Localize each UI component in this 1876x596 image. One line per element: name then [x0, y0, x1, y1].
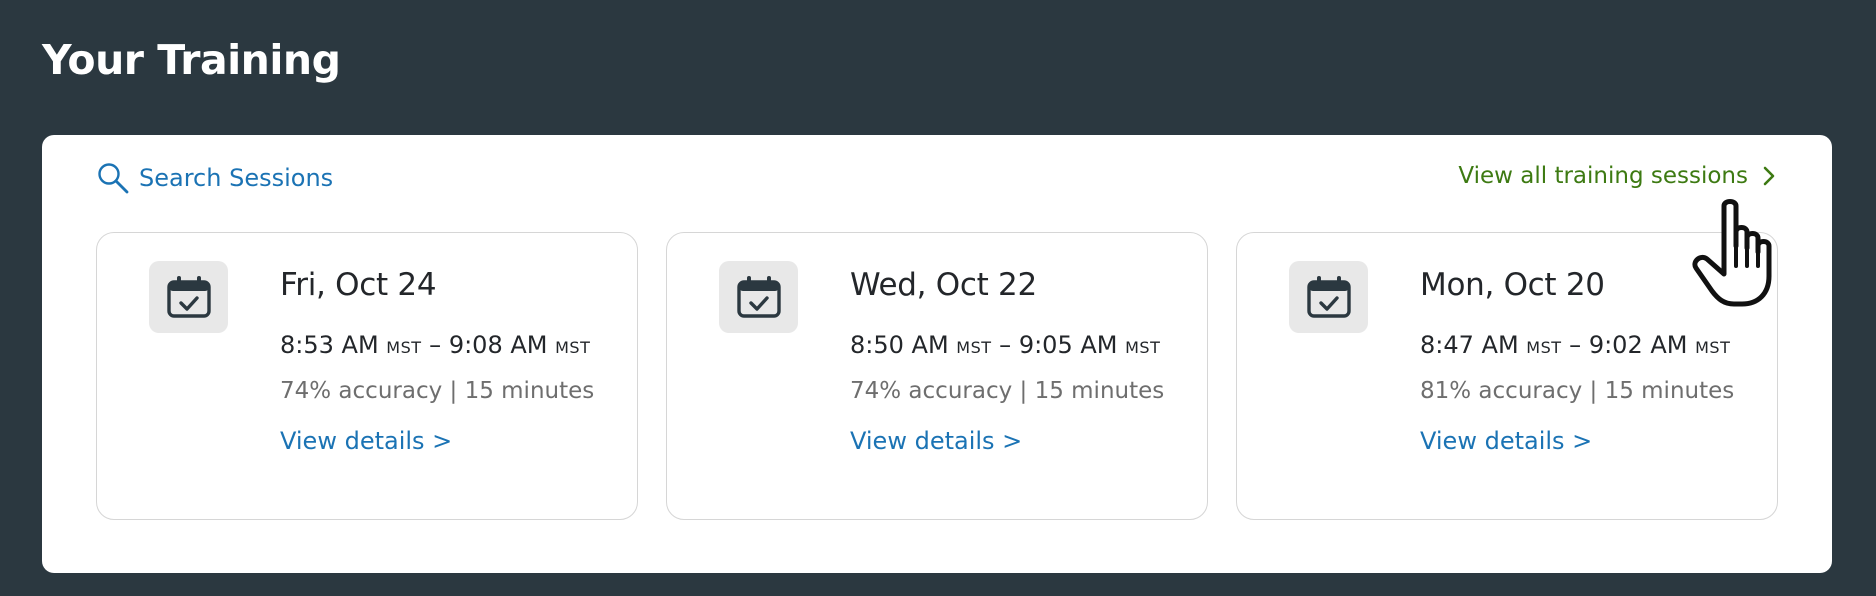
- session-icon-box: [149, 261, 228, 333]
- session-date: Wed, Oct 22: [850, 267, 1037, 303]
- session-stats: 74% accuracy | 15 minutes: [280, 378, 595, 404]
- calendar-check-icon: [166, 276, 211, 318]
- session-end-timezone: MST: [1695, 338, 1731, 357]
- search-sessions-label: Search Sessions: [139, 164, 334, 192]
- page-title: Your Training: [42, 36, 341, 84]
- session-stats: 81% accuracy | 15 minutes: [1420, 378, 1735, 404]
- session-start-timezone: MST: [956, 338, 992, 357]
- session-end-time: 9:08 AM: [448, 331, 548, 359]
- session-end-time: 9:05 AM: [1018, 331, 1118, 359]
- session-card: Mon, Oct 20 8:47 AM MST – 9:02 AM MST 81…: [1236, 232, 1778, 520]
- session-stats: 74% accuracy | 15 minutes: [850, 378, 1165, 404]
- session-time-range: 8:50 AM MST – 9:05 AM MST: [850, 331, 1160, 359]
- session-start-time: 8:50 AM: [850, 331, 949, 359]
- search-sessions-link[interactable]: Search Sessions: [96, 161, 333, 195]
- session-start-time: 8:47 AM: [1420, 331, 1519, 359]
- session-time-range: 8:53 AM MST – 9:08 AM MST: [280, 331, 590, 359]
- session-start-time: 8:53 AM: [280, 331, 379, 359]
- chevron-right-icon: [1763, 166, 1775, 186]
- time-separator: –: [999, 331, 1012, 359]
- calendar-check-icon: [736, 276, 781, 318]
- view-all-sessions-label: View all training sessions: [1458, 163, 1748, 189]
- calendar-check-icon: [1306, 276, 1351, 318]
- view-details-link[interactable]: View details >: [1420, 427, 1592, 455]
- session-card: Fri, Oct 24 8:53 AM MST – 9:08 AM MST 74…: [96, 232, 638, 520]
- session-start-timezone: MST: [386, 338, 422, 357]
- session-time-range: 8:47 AM MST – 9:02 AM MST: [1420, 331, 1730, 359]
- search-icon: [98, 163, 129, 194]
- session-end-timezone: MST: [555, 338, 591, 357]
- training-panel: Search Sessions View all training sessio…: [42, 135, 1832, 573]
- view-details-link[interactable]: View details >: [850, 427, 1022, 455]
- session-icon-box: [719, 261, 798, 333]
- session-date: Mon, Oct 20: [1420, 267, 1605, 303]
- session-icon-box: [1289, 261, 1368, 333]
- view-all-sessions-link[interactable]: View all training sessions: [1458, 163, 1776, 189]
- view-details-link[interactable]: View details >: [280, 427, 452, 455]
- session-date: Fri, Oct 24: [280, 267, 437, 303]
- session-end-time: 9:02 AM: [1588, 331, 1688, 359]
- session-end-timezone: MST: [1125, 338, 1161, 357]
- time-separator: –: [1569, 331, 1582, 359]
- session-card: Wed, Oct 22 8:50 AM MST – 9:05 AM MST 74…: [666, 232, 1208, 520]
- time-separator: –: [429, 331, 442, 359]
- session-start-timezone: MST: [1526, 338, 1562, 357]
